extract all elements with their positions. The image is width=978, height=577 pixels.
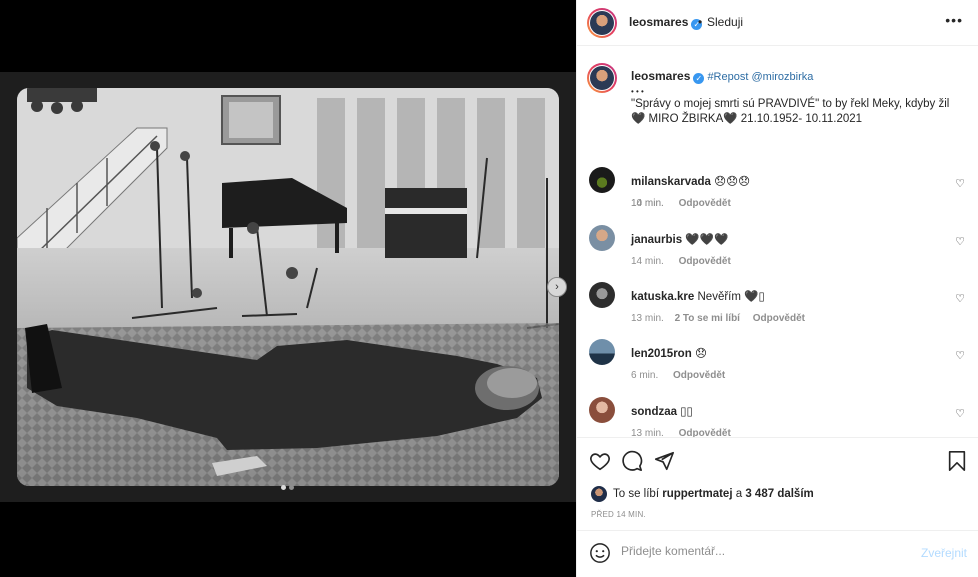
comment-username[interactable]: katuska.kre [631,291,694,303]
following-button[interactable]: Sleduji [707,15,743,29]
studio-photo-illustration [17,88,559,486]
comments-list[interactable]: leosmares ✓ #Repost @mirozbirka • • • "Sp… [577,47,978,437]
comment-time[interactable]: 6 min. [631,370,658,381]
comment-meta: 14 min. Odpovědět [631,256,743,267]
caption-avatar[interactable] [587,63,617,93]
commenter-avatar[interactable] [589,225,615,251]
comment-body: Nevěřím 🖤▯ [697,291,765,303]
header-separator: • [698,15,703,29]
reply-button[interactable]: Odpovědět [679,428,731,437]
comment-text: katuska.kre Nevěřím 🖤▯ [631,289,765,303]
heart-outline-icon[interactable]: ♡ [955,235,965,248]
ellipsis-icon[interactable]: ••• [945,12,963,28]
comment-row: milanskarvada 😞😞😞 10 min. Odpovědět ♡ [589,167,969,217]
comment-likes-count[interactable]: 2 To se mi líbí [675,313,740,324]
comment-time[interactable]: 10 min. [631,198,664,209]
commenter-avatar[interactable] [589,167,615,193]
next-slide-button[interactable]: › [547,277,567,297]
comment-body: 🖤🖤🖤 [685,234,729,246]
comment-username[interactable]: milanskarvada [631,176,711,188]
reply-button[interactable]: Odpovědět [753,313,805,324]
commenter-avatar[interactable] [589,397,615,423]
post-photo[interactable] [17,88,559,486]
verified-badge-icon: ✓ [693,73,705,84]
comment-row: len2015ron 😞 6 min. Odpovědět ♡ [589,339,969,389]
media-area: › [0,0,576,577]
liker-username[interactable]: ruppertmatej [662,488,732,500]
reply-button[interactable]: Odpovědět [679,198,731,209]
comment-body: 😞😞😞 [714,176,751,188]
comment-username[interactable]: sondzaa [631,406,677,418]
heart-outline-icon[interactable]: ♡ [955,349,965,362]
comment-body: ▯▯ [680,406,693,418]
media-top-strip [0,0,576,72]
liker-avatar[interactable] [591,486,607,502]
comment-meta: 6 min. Odpovědět [631,370,737,381]
likes-prefix: To se líbí [613,488,660,500]
post-side-panel: leosmares ✓ • Sleduji ••• leosmares ✓ #Rep… [576,0,978,577]
caption-body: leosmares ✓ #Repost @mirozbirka • • • "Sp… [631,69,961,127]
caption-ellipsis: • • • [631,87,644,96]
media-frame: › [0,72,576,502]
comment-time[interactable]: 13 min. [631,313,664,324]
comment-body: 😞 [694,348,707,360]
comment-row: janaurbis 🖤🖤🖤 14 min. Odpovědět ♡ [589,225,969,275]
comment-input[interactable] [621,544,911,558]
likes-others-count[interactable]: 3 487 dalším [745,488,813,500]
reply-button[interactable]: Odpovědět [679,256,731,267]
comment-meta: 10 min. Odpovědět [631,198,743,209]
reply-button[interactable]: Odpovědět [673,370,725,381]
comment-row: sondzaa ▯▯ 13 min. Odpovědět ♡ [589,397,969,437]
comment-username[interactable]: janaurbis [631,234,682,246]
caption-text: "Správy o mojej smrti sú PRAVDIVÉ" to by… [631,98,950,125]
author-username[interactable]: leosmares ✓ [629,15,703,30]
likes-summary: To se líbí ruppertmatej a 3 487 dalším [591,486,814,502]
comment-meta: 13 min. Odpovědět [631,428,743,437]
slide-indicator [281,485,294,490]
comment-username[interactable]: len2015ron [631,348,692,360]
comment-text: len2015ron 😞 [631,346,707,360]
commenter-avatar[interactable] [589,282,615,308]
comment-time[interactable]: 14 min. [631,256,664,267]
author-avatar[interactable] [587,8,617,38]
caption-username[interactable]: leosmares [631,69,690,83]
comment-text: janaurbis 🖤🖤🖤 [631,232,728,246]
slide-dot [289,485,294,490]
caption-mention[interactable]: @mirozbirka [751,71,813,83]
heart-outline-icon[interactable] [589,450,611,472]
likes-connector: a [735,488,743,500]
comment-row: katuska.kre Nevěřím 🖤▯ 13 min. 2 To se m… [589,282,969,332]
speech-bubble-icon[interactable] [621,450,643,472]
smiley-icon[interactable] [589,542,611,564]
posted-time[interactable]: PŘED 14 MIN. [591,510,646,519]
paper-plane-icon[interactable] [653,450,675,472]
post-comment-button[interactable]: Zveřejnit [921,546,967,560]
caption-hashtag[interactable]: #Repost [707,71,748,83]
slide-dot-active [281,485,286,490]
comment-meta: 13 min. 2 To se mi líbí Odpovědět [631,313,817,324]
comment-text: sondzaa ▯▯ [631,404,693,418]
comment-time[interactable]: 13 min. [631,428,664,437]
heart-outline-icon[interactable]: ♡ [955,407,965,420]
commenter-avatar[interactable] [589,339,615,365]
bookmark-icon[interactable] [947,450,967,472]
add-comment-bar: Zveřejnit [577,530,978,577]
author-username-text[interactable]: leosmares [629,15,688,29]
heart-outline-icon[interactable]: ♡ [955,292,965,305]
post-header: leosmares ✓ • Sleduji ••• [577,0,978,46]
heart-outline-icon[interactable]: ♡ [955,177,965,190]
comment-text: milanskarvada 😞😞😞 [631,174,750,188]
post-actions: To se líbí ruppertmatej a 3 487 dalším P… [577,437,978,527]
